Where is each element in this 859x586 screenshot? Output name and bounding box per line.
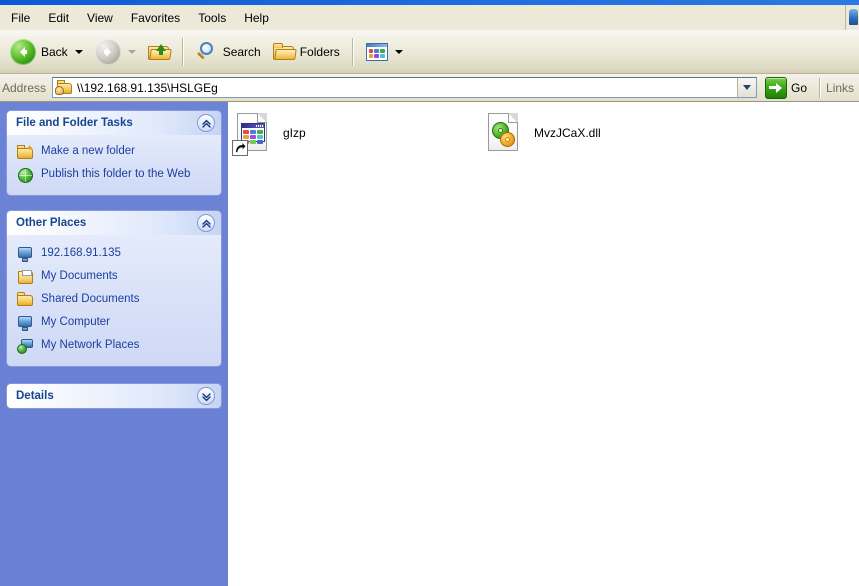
address-value: \\192.168.91.135\HSLGEg [77, 80, 218, 95]
links-label[interactable]: Links [826, 81, 854, 95]
menu-edit[interactable]: Edit [39, 8, 78, 28]
titlebar-right-stub [845, 5, 859, 31]
panel-title: Other Places [16, 217, 87, 229]
panel-details: Details [7, 384, 221, 408]
panel-header-details[interactable]: Details [7, 384, 221, 408]
file-name: MvzJCaX.dll [534, 126, 601, 140]
user-avatar-icon [849, 9, 858, 25]
menu-bar: File Edit View Favorites Tools Help [0, 5, 845, 30]
panel-title: Details [16, 390, 54, 402]
back-label: Back [41, 44, 68, 59]
search-button[interactable]: Search [190, 34, 267, 70]
sidebar-item-label: Publish this folder to the Web [41, 168, 191, 180]
up-folder-icon [147, 43, 172, 61]
search-label: Search [222, 44, 261, 59]
forward-arrow-icon [94, 38, 121, 65]
sidebar-item-label: Make a new folder [41, 145, 135, 157]
sidebar-item-publish-folder-to-web[interactable]: Publish this folder to the Web [15, 164, 213, 187]
file-item[interactable]: MvzJCaX.dll [481, 108, 603, 158]
chevron-down-icon[interactable] [197, 387, 215, 405]
computer-icon [17, 315, 34, 332]
menu-view[interactable]: View [78, 8, 122, 28]
explorer-window: File Edit View Favorites Tools Help Back [0, 0, 859, 586]
folder-icon [272, 42, 297, 61]
panel-body-other-places: 192.168.91.135 My Documents Shared Docum… [7, 235, 221, 366]
forward-dropdown-caret[interactable] [127, 49, 136, 54]
sidebar-item-my-documents[interactable]: My Documents [15, 266, 213, 289]
views-button[interactable] [360, 34, 409, 70]
sidebar-item-label: Shared Documents [41, 293, 140, 305]
sidebar-item-host-address[interactable]: 192.168.91.135 [15, 243, 213, 266]
views-icon [365, 42, 388, 61]
my-documents-icon [17, 269, 34, 286]
address-input[interactable]: \\192.168.91.135\HSLGEg [52, 77, 758, 98]
go-arrow-icon [765, 76, 788, 99]
sidebar-item-label: My Computer [41, 316, 111, 328]
sidebar-item-my-network-places[interactable]: My Network Places [15, 335, 213, 358]
file-name: gIzp [283, 126, 306, 140]
forward-button[interactable] [89, 34, 142, 70]
address-label: Address [2, 80, 47, 95]
back-button[interactable]: Back [4, 34, 89, 70]
go-label: Go [791, 80, 808, 95]
html-document-shortcut-icon [230, 108, 275, 158]
sidebar-item-make-new-folder[interactable]: ✦ Make a new folder [15, 141, 213, 164]
shortcut-arrow-badge-icon [232, 140, 248, 156]
file-list-pane[interactable]: gIzp MvzJCaX.dll [228, 102, 859, 586]
chevron-down-icon [743, 85, 752, 90]
network-places-icon [17, 338, 34, 355]
panel-header-other-places[interactable]: Other Places [7, 211, 221, 235]
panel-body-file-and-folder-tasks: ✦ Make a new folder Publish this folder … [7, 135, 221, 195]
toolbar: Back Search Folders [0, 30, 859, 74]
links-separator [819, 77, 822, 98]
panel-title: File and Folder Tasks [16, 117, 133, 129]
sidebar-item-label: My Documents [41, 270, 118, 282]
back-arrow-icon [10, 38, 36, 65]
sidebar-item-label: 192.168.91.135 [41, 247, 121, 259]
globe-icon [17, 167, 34, 184]
address-bar: Address \\192.168.91.135\HSLGEg Go Links [0, 74, 859, 102]
sidebar-item-label: My Network Places [41, 339, 140, 351]
views-dropdown-caret[interactable] [394, 49, 403, 54]
magnifier-icon [196, 41, 218, 63]
sidebar-item-my-computer[interactable]: My Computer [15, 312, 213, 335]
go-button[interactable]: Go [763, 75, 812, 101]
folders-button[interactable]: Folders [267, 34, 346, 70]
address-dropdown-button[interactable] [737, 78, 757, 97]
menu-help[interactable]: Help [235, 8, 278, 28]
chevron-up-icon[interactable] [197, 214, 215, 232]
sidebar-item-shared-documents[interactable]: Shared Documents [15, 289, 213, 312]
panel-header-file-and-folder-tasks[interactable]: File and Folder Tasks [7, 111, 221, 135]
panel-file-and-folder-tasks: File and Folder Tasks ✦ Make a new folde… [7, 111, 221, 195]
back-dropdown-caret[interactable] [74, 49, 83, 54]
dll-gears-icon [481, 108, 526, 158]
network-share-folder-icon [55, 80, 73, 95]
chevron-up-icon[interactable] [197, 114, 215, 132]
menu-favorites[interactable]: Favorites [122, 8, 189, 28]
new-folder-icon: ✦ [17, 144, 34, 161]
panel-other-places: Other Places 192.168.91.135 My Documents… [7, 211, 221, 366]
computer-icon [17, 246, 34, 263]
toolbar-separator-2 [351, 37, 354, 66]
menu-tools[interactable]: Tools [189, 8, 235, 28]
shared-folder-icon [17, 292, 34, 309]
menu-file[interactable]: File [2, 8, 39, 28]
up-button[interactable] [142, 34, 176, 70]
folders-label: Folders [299, 44, 340, 59]
task-sidebar: File and Folder Tasks ✦ Make a new folde… [0, 102, 228, 586]
content-area: File and Folder Tasks ✦ Make a new folde… [0, 102, 859, 586]
file-item[interactable]: gIzp [230, 108, 308, 158]
toolbar-separator-1 [181, 37, 184, 66]
